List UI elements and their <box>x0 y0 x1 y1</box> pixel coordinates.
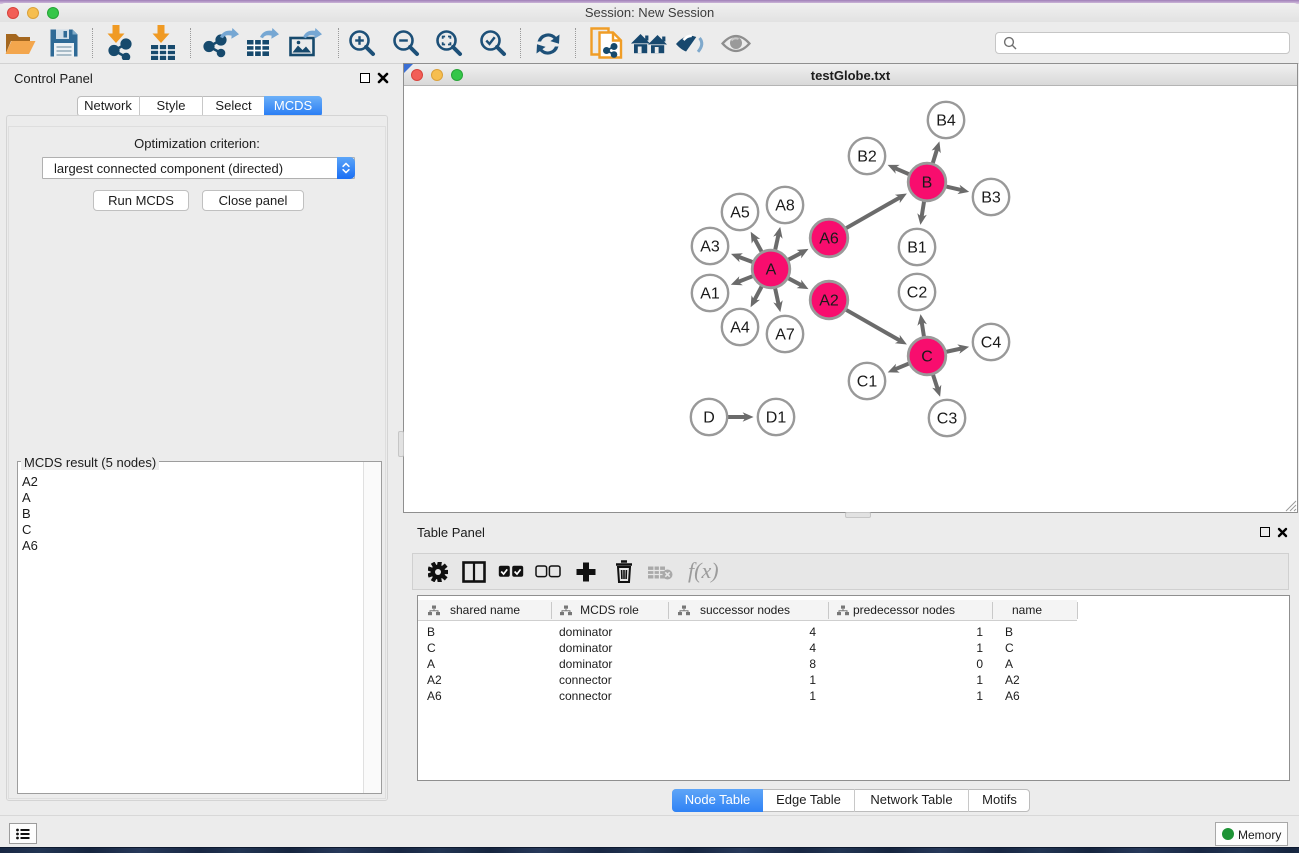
svg-text:A5: A5 <box>730 205 750 222</box>
svg-text:A7: A7 <box>775 327 795 344</box>
svg-text:A2: A2 <box>819 293 839 310</box>
svg-text:A1: A1 <box>700 286 720 303</box>
svg-text:A: A <box>766 262 777 279</box>
svg-text:A4: A4 <box>730 320 750 337</box>
svg-text:C3: C3 <box>937 411 958 428</box>
svg-text:B: B <box>922 175 933 192</box>
svg-text:B4: B4 <box>936 113 956 130</box>
svg-text:A3: A3 <box>700 239 720 256</box>
svg-text:B3: B3 <box>981 190 1001 207</box>
svg-text:C1: C1 <box>857 374 878 391</box>
svg-text:C: C <box>921 349 933 366</box>
svg-text:D1: D1 <box>766 410 787 427</box>
svg-text:A6: A6 <box>819 231 839 248</box>
svg-text:A8: A8 <box>775 198 795 215</box>
svg-text:B2: B2 <box>857 149 877 166</box>
svg-text:C4: C4 <box>981 335 1002 352</box>
svg-text:B1: B1 <box>907 240 927 257</box>
svg-text:D: D <box>703 410 715 427</box>
svg-text:C2: C2 <box>907 285 928 302</box>
